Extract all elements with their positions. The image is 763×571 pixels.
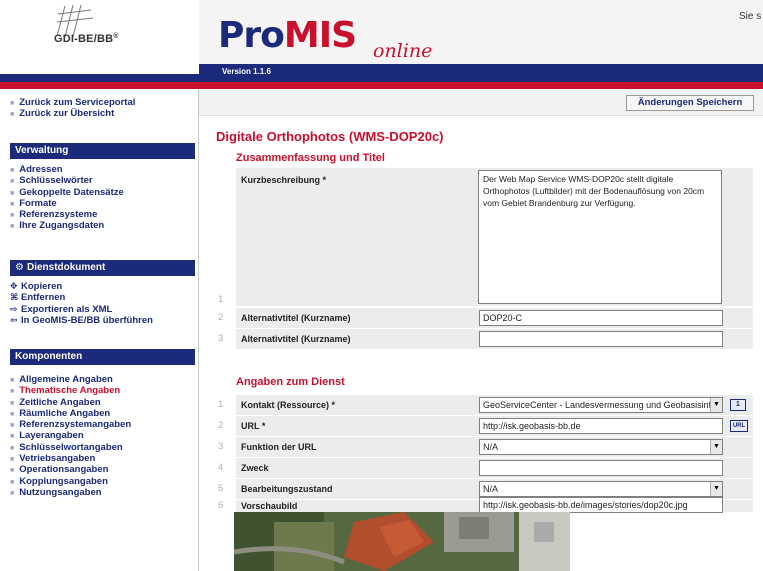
komponenten-header: Komponenten <box>10 349 195 365</box>
sidebar-item-schluesselwortangaben[interactable]: ■ Schlüsselwortangaben <box>10 442 131 453</box>
brand-pro: Pro <box>218 15 285 56</box>
row-number: 4 <box>218 462 224 473</box>
form-row-zweck: 4 Zweck <box>210 458 753 478</box>
page-title: Digitale Orthophotos (WMS-DOP20c) <box>216 129 444 144</box>
section-title-summary: Zusammenfassung und Titel <box>236 152 385 164</box>
save-changes-button[interactable]: Änderungen Speichern <box>626 95 754 111</box>
alternativtitel-input-1[interactable]: DOP20-C <box>479 310 723 326</box>
field-label: URL * <box>236 416 478 436</box>
header-red-bar <box>199 82 763 89</box>
sidebar-red-bar <box>0 82 199 89</box>
header-topright-text: Sie s <box>739 11 762 22</box>
sidebar-item-thematische-angaben[interactable]: ■ Thematische Angaben <box>10 385 131 396</box>
sidebar-item-referenzsysteme[interactable]: ■ Referenzsysteme <box>10 209 124 220</box>
chevron-down-icon: ▼ <box>710 440 722 454</box>
version-label: Version 1.1.6 <box>222 67 271 76</box>
copy-link[interactable]: ✥ Kopieren <box>10 281 153 292</box>
kurzbeschreibung-textarea[interactable]: Der Web Map Service WMS-DOP20c stellt di… <box>478 170 722 304</box>
sidebar-item-allgemeine-angaben[interactable]: ■ Allgemeine Angaben <box>10 374 131 385</box>
komponenten-list: ■ Allgemeine Angaben ■ Thematische Angaben… <box>10 374 131 498</box>
sidebar: ■ Zurück zum Serviceportal ■ Zurück zur Üb… <box>0 89 199 571</box>
form-row-bearbeitungszustand: 5 Bearbeitungszustand N/A ▼ <box>210 479 753 499</box>
url-input[interactable]: http://isk.geobasis-bb.de <box>479 418 723 434</box>
sidebar-item-layerangaben[interactable]: ■ Layerangaben <box>10 430 131 441</box>
url-button[interactable]: URL <box>730 420 748 432</box>
field-label: Alternativtitel (Kurzname) <box>236 329 478 349</box>
logo-text: GDI-BE/BB® <box>54 33 119 45</box>
back-to-overview-link[interactable]: ■ Zurück zur Übersicht <box>10 108 135 119</box>
sidebar-item-zugangsdaten[interactable]: ■ Ihre Zugangsdaten <box>10 220 124 231</box>
form-row-alternativtitel-2: 3 Alternativtitel (Kurzname) <box>210 329 753 349</box>
row-number: 5 <box>218 483 224 494</box>
export-xml-link[interactable]: ⇨ Exportieren als XML <box>10 304 153 315</box>
copy-icon: ✥ <box>10 281 18 291</box>
aerial-photo-graphic <box>234 512 570 571</box>
form-row-funktion-url: 3 Funktion der URL N/A ▼ <box>210 437 753 457</box>
preview-aerial-image <box>234 512 570 571</box>
sidebar-navy-bar <box>0 74 199 82</box>
zweck-input[interactable] <box>479 460 723 476</box>
form-row-alternativtitel-1: 2 Alternativtitel (Kurzname) DOP20-C <box>210 308 753 328</box>
field-label: Kurzbeschreibung * <box>236 168 478 306</box>
form-row-url: 2 URL * http://isk.geobasis-bb.de URL <box>210 416 753 436</box>
sidebar-item-referenzsystemangaben[interactable]: ■ Referenzsystemangaben <box>10 419 131 430</box>
row-number: 1 <box>218 294 224 305</box>
field-label: Bearbeitungszustand <box>236 479 478 499</box>
alternativtitel-input-2[interactable] <box>479 331 723 347</box>
brand-online: online <box>373 40 433 62</box>
sidebar-item-operationsangaben[interactable]: ■ Operationsangaben <box>10 464 131 475</box>
field-label: Zweck <box>236 458 478 478</box>
transfer-geomis-link[interactable]: ⇦ In GeoMIS-BE/BB überführen <box>10 315 153 326</box>
sidebar-item-schluesselwoerter[interactable]: ■ Schlüsselwörter <box>10 175 124 186</box>
form-row-kontakt: 1 Kontakt (Ressource) * GeoServiceCenter… <box>210 395 753 415</box>
sidebar-item-zeitliche-angaben[interactable]: ■ Zeitliche Angaben <box>10 397 131 408</box>
row-number: 1 <box>218 399 224 410</box>
sidebar-item-nutzungsangaben[interactable]: ■ Nutzungsangaben <box>10 487 131 498</box>
vorschaubild-input[interactable]: http://isk.geobasis-bb.de/images/stories… <box>479 497 723 513</box>
header-navy-bar <box>199 64 763 82</box>
gdi-logo[interactable]: GDI-BE/BB® <box>0 0 199 82</box>
form-row-vorschaubild: 6 Vorschaubild http://isk.geobasis-bb.de… <box>210 497 753 513</box>
verwaltung-list: ■ Adressen ■ Schlüsselwörter ■ Gekoppelte D… <box>10 164 124 232</box>
field-label: Alternativtitel (Kurzname) <box>236 308 478 328</box>
dienstdokument-header: ⚙ Dienstdokument <box>10 260 195 276</box>
sidebar-item-kopplungsangaben[interactable]: ■ Kopplungsangaben <box>10 476 131 487</box>
chevron-down-icon: ▼ <box>710 398 722 412</box>
settings-icon: ⚙ <box>15 262 24 273</box>
transfer-icon: ⇦ <box>10 314 18 325</box>
kontakt-select[interactable]: GeoServiceCenter - Landesvermessung und … <box>479 397 723 413</box>
row-number: 2 <box>218 312 224 323</box>
sidebar-item-gekoppelte-datensaetze[interactable]: ■ Gekoppelte Datensätze <box>10 187 124 198</box>
sidebar-item-raeumliche-angaben[interactable]: ■ Räumliche Angaben <box>10 408 131 419</box>
brand-mis: MIS <box>283 15 357 56</box>
sidebar-top-links: ■ Zurück zum Serviceportal ■ Zurück zur Üb… <box>10 97 135 119</box>
export-icon: ⇨ <box>10 303 18 314</box>
brand-logo: ProMIS <box>218 15 357 56</box>
bearbeitungszustand-select[interactable]: N/A ▼ <box>479 481 723 497</box>
row-number: 3 <box>218 333 224 344</box>
sidebar-item-vetriebsangaben[interactable]: ■ Vetriebsangaben <box>10 453 131 464</box>
contact-number-button[interactable]: 1 <box>730 399 746 411</box>
row-number: 6 <box>218 500 224 511</box>
field-label: Kontakt (Ressource) * <box>236 395 478 415</box>
verwaltung-header: Verwaltung <box>10 143 195 159</box>
funktion-url-select[interactable]: N/A ▼ <box>479 439 723 455</box>
field-label: Funktion der URL <box>236 437 478 457</box>
chevron-down-icon: ▼ <box>710 482 722 496</box>
sidebar-item-adressen[interactable]: ■ Adressen <box>10 164 124 175</box>
sidebar-item-formate[interactable]: ■ Formate <box>10 198 124 209</box>
back-to-serviceportal-link[interactable]: ■ Zurück zum Serviceportal <box>10 97 135 108</box>
remove-link[interactable]: ⌘ Entfernen <box>10 292 153 303</box>
field-label: Vorschaubild <box>236 500 478 512</box>
remove-icon: ⌘ <box>10 292 19 303</box>
section-title-service: Angaben zum Dienst <box>236 376 345 388</box>
dienstdokument-list: ✥ Kopieren ⌘ Entfernen ⇨ Exportieren als XM… <box>10 281 153 326</box>
row-number: 2 <box>218 420 224 431</box>
row-number: 3 <box>218 441 224 452</box>
